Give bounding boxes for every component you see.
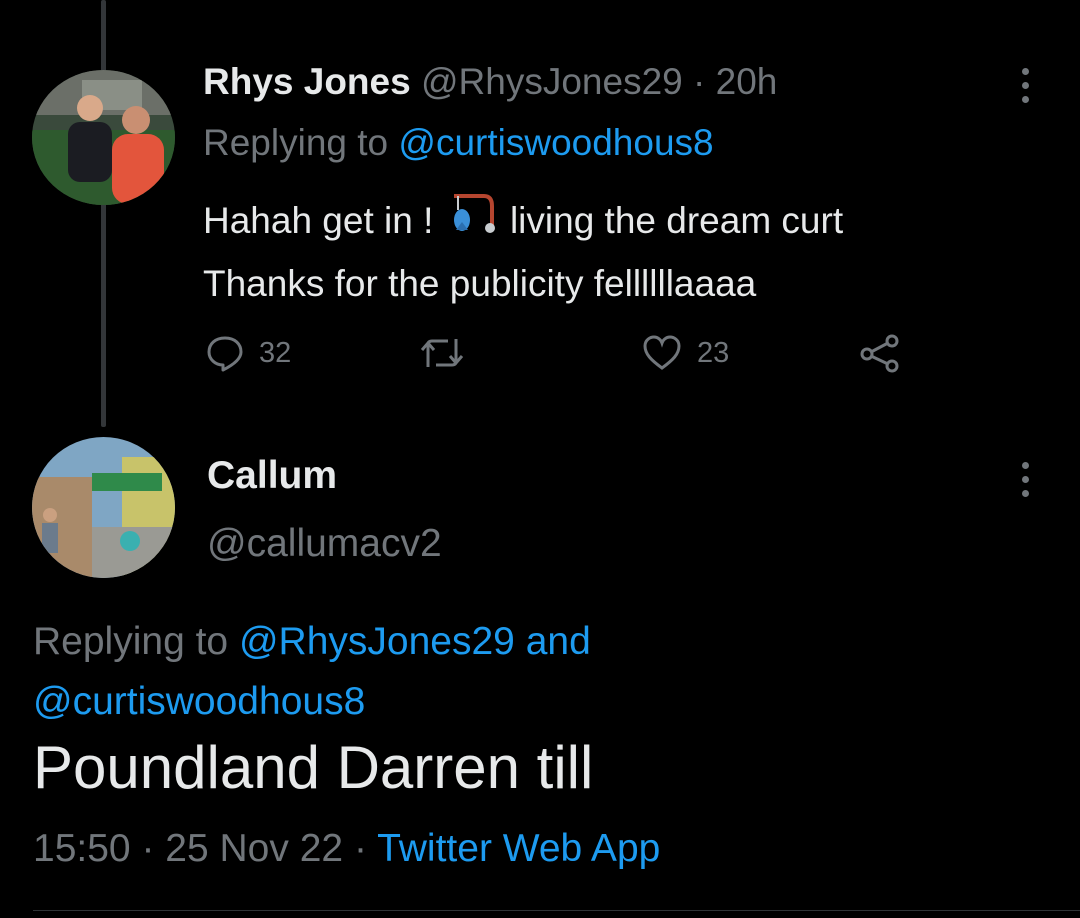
- header-separator: ·: [693, 61, 706, 102]
- tweet2-meta: 15:50 · 25 Nov 22 · Twitter Web App: [33, 827, 660, 871]
- more-options-icon[interactable]: [1020, 68, 1030, 103]
- avatar-callum[interactable]: [32, 437, 175, 578]
- tweet-text-line1: Hahah get in ! living the dream curt: [203, 191, 843, 254]
- author-name[interactable]: Callum: [207, 454, 337, 498]
- share-button[interactable]: [858, 333, 902, 373]
- meta-separator: ·: [353, 827, 367, 870]
- replying-to-mention-1[interactable]: @RhysJones29: [239, 620, 515, 663]
- tweet-text-part: living the dream curt: [509, 200, 844, 241]
- avatar-rhys-jones[interactable]: [32, 70, 175, 205]
- reply-button[interactable]: 32: [205, 333, 291, 373]
- tweet-time[interactable]: 15:50: [33, 827, 131, 870]
- like-button[interactable]: 23: [641, 333, 729, 373]
- replying-to-line: Replying to @curtiswoodhous8: [203, 122, 714, 164]
- thread-connector-line: [101, 0, 106, 427]
- replying-to-block: Replying to @RhysJones29 and @curtiswood…: [33, 612, 591, 732]
- reply-count: 32: [259, 336, 292, 369]
- meta-separator: ·: [141, 827, 155, 870]
- tweet-time[interactable]: 20h: [716, 61, 778, 102]
- retweet-button[interactable]: [418, 333, 480, 373]
- bottom-divider: [33, 910, 1080, 911]
- replying-to-label: Replying to: [203, 122, 389, 163]
- tweet1-text: Hahah get in ! living the dream curt Tha…: [203, 191, 843, 314]
- more-options-icon[interactable]: [1020, 462, 1030, 497]
- replying-to-line2: @curtiswoodhous8: [33, 672, 591, 732]
- author-name[interactable]: Rhys Jones: [203, 61, 411, 102]
- tweet-text-part: Hahah get in !: [203, 200, 434, 241]
- replying-to-label: Replying to: [33, 620, 229, 663]
- author-handle[interactable]: @RhysJones29: [421, 61, 683, 102]
- replying-to-mention-2[interactable]: @curtiswoodhous8: [33, 680, 365, 723]
- heart-icon: [643, 335, 681, 370]
- like-count: 23: [697, 336, 730, 369]
- tweet-text-line2: Thanks for the publicity fellllllaaaa: [203, 263, 757, 305]
- tweet1-header: Rhys Jones @RhysJones29 · 20h: [203, 61, 777, 103]
- replying-to-mention[interactable]: @curtiswoodhous8: [398, 122, 713, 163]
- author-handle[interactable]: @callumacv2: [207, 522, 442, 566]
- tweet-date[interactable]: 25 Nov 22: [165, 827, 343, 870]
- tweet2-text: Poundland Darren till: [33, 734, 594, 801]
- share-icon: [860, 334, 899, 373]
- reply-icon: [207, 336, 243, 372]
- tweet-source[interactable]: Twitter Web App: [377, 827, 660, 870]
- replying-to-line1: Replying to @RhysJones29 and: [33, 612, 591, 672]
- fishing-pole-emoji-icon: [448, 192, 496, 254]
- retweet-icon: [420, 339, 464, 367]
- replying-to-and[interactable]: and: [526, 620, 591, 663]
